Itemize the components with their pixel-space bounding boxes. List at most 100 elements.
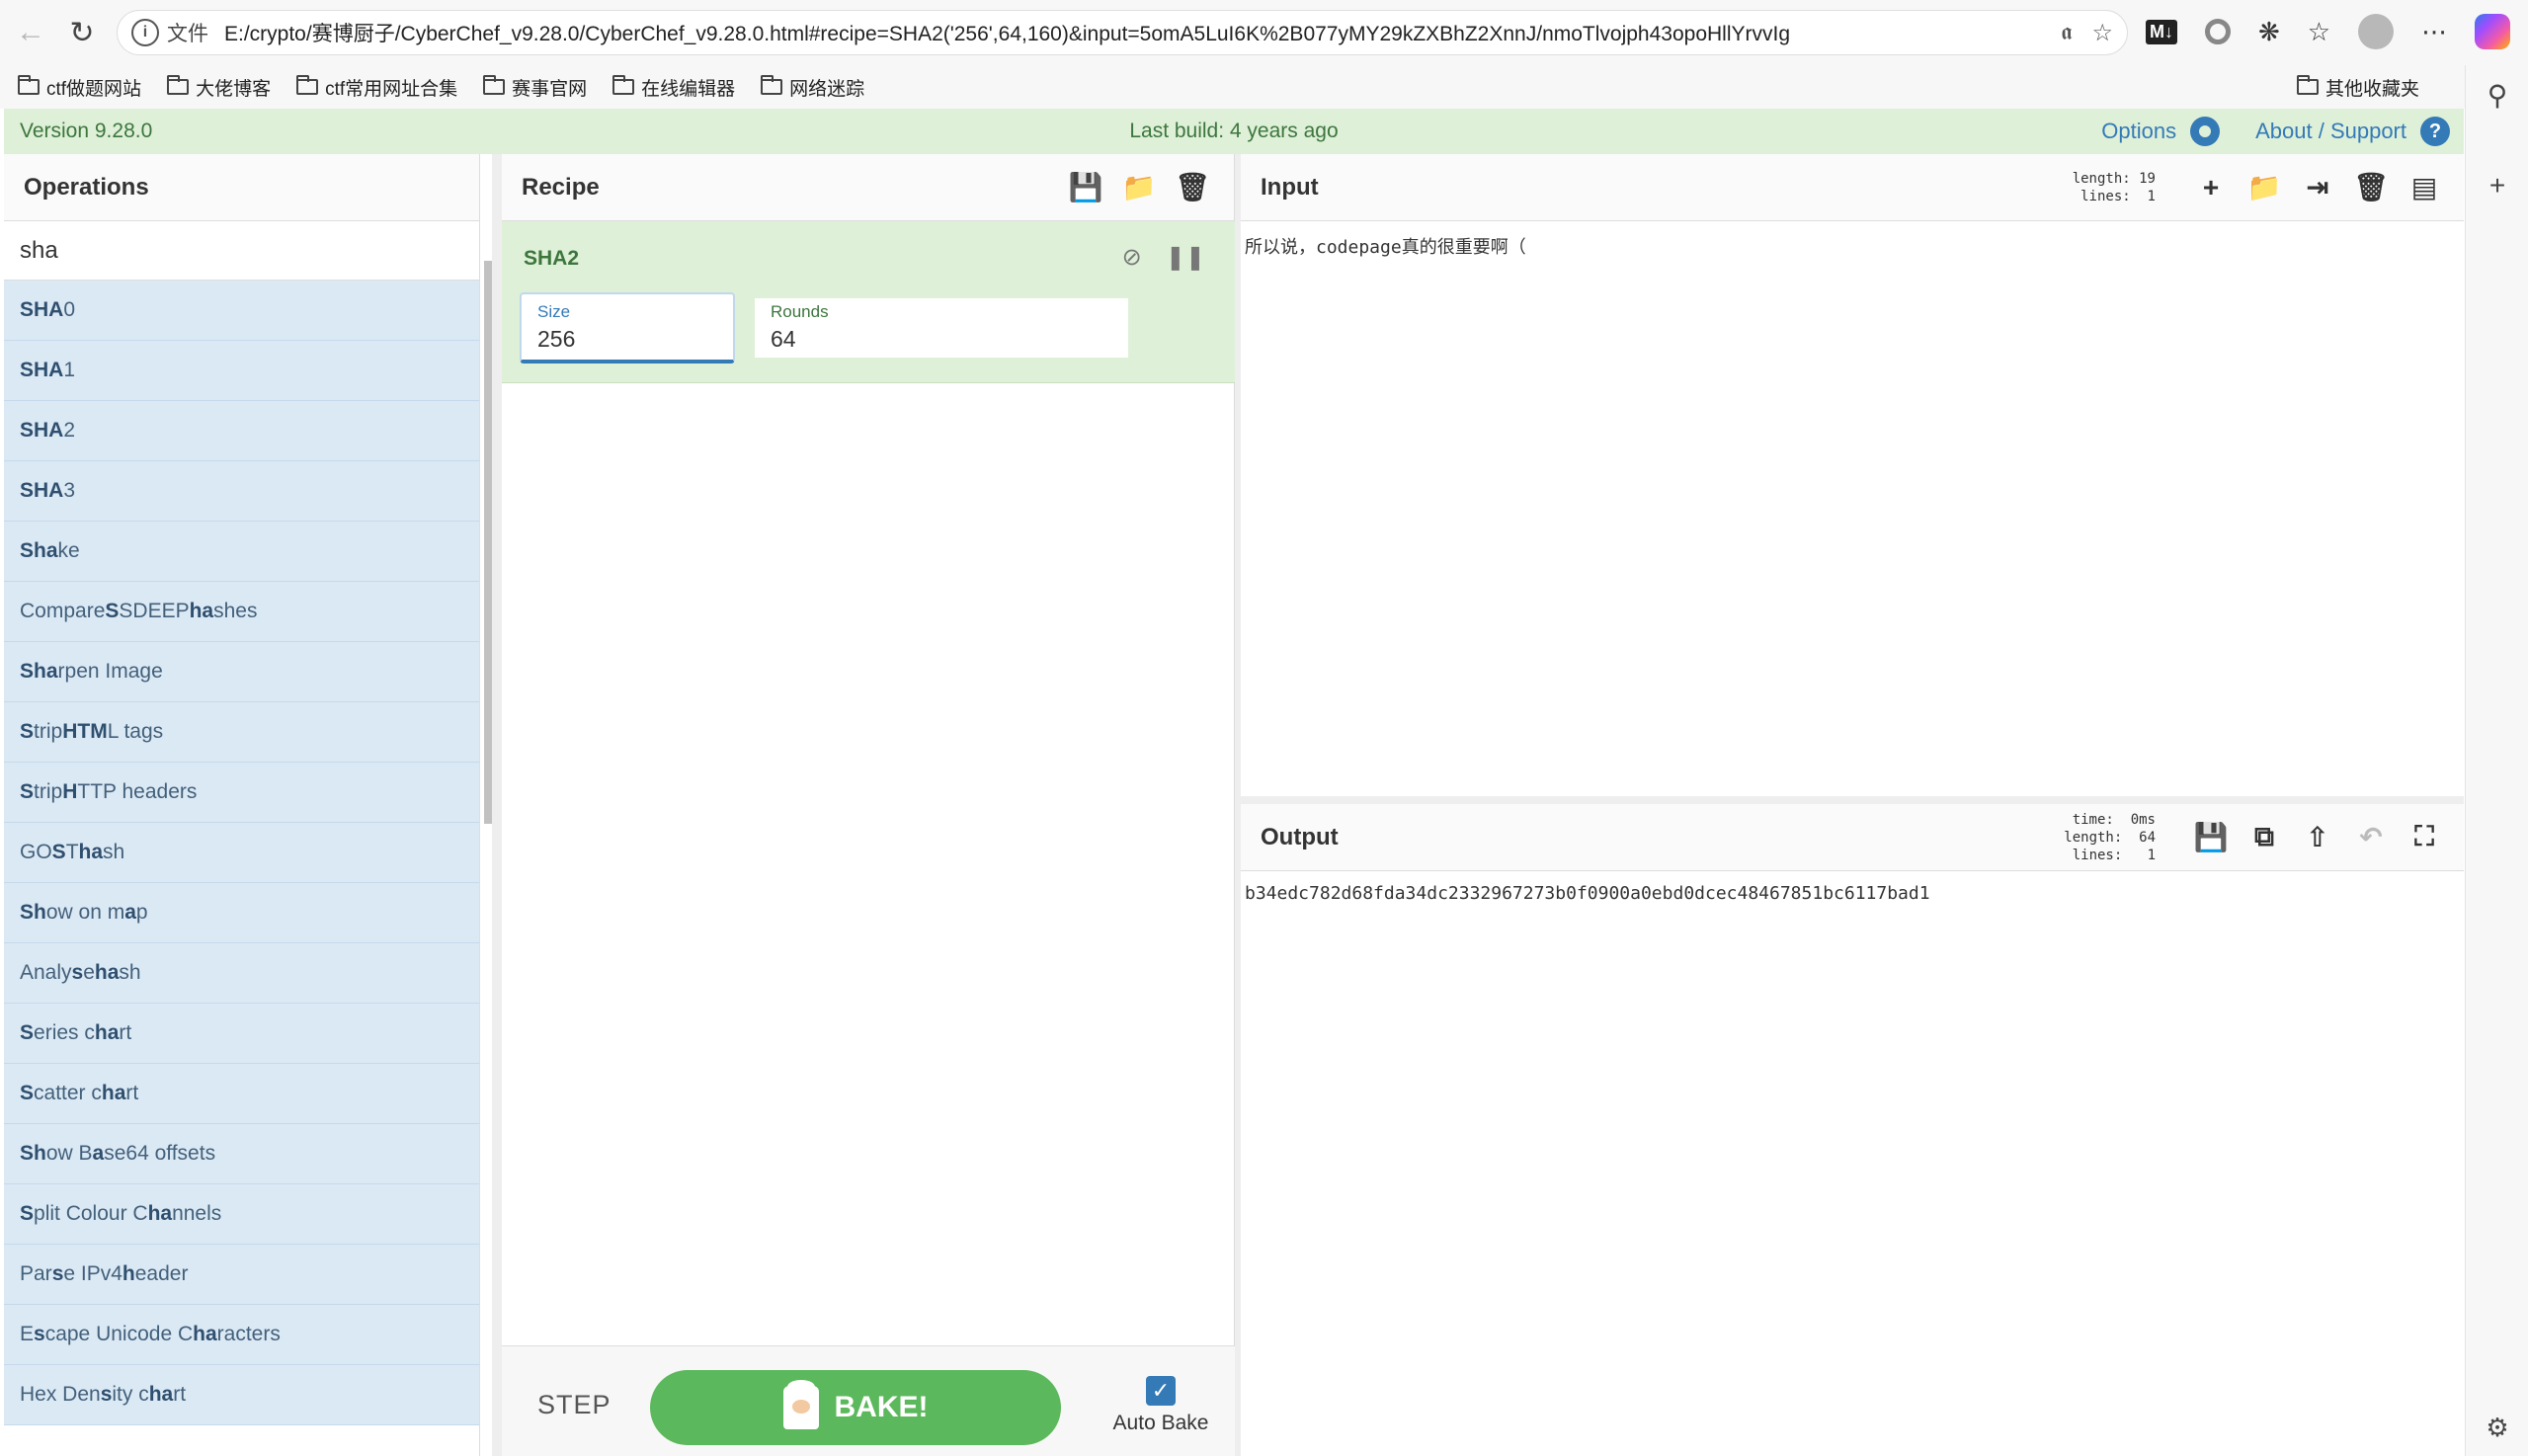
bake-controls: STEP BAKE! ✓ Auto Bake xyxy=(502,1345,1235,1456)
bookmarks-bar: ctf做题网站 大佬博客 ctf常用网址合集 赛事官网 在线编辑器 网络迷踪 其… xyxy=(0,65,2528,109)
address-bar[interactable]: i 文件 E:/crypto/赛博厨子/CyberChef_v9.28.0/Cy… xyxy=(117,10,2128,55)
clear-recipe-trash-icon[interactable]: 🗑 xyxy=(1175,172,1210,203)
undo-icon[interactable]: ↶ xyxy=(2355,822,2387,853)
settings-gear-icon[interactable]: ⚙ xyxy=(2466,1413,2528,1443)
operations-list: SHA 0 SHA 1 SHA 2 SHA 3 Sha ke Compare S SDEEP ha sh… xyxy=(4,281,479,1425)
copilot-icon[interactable] xyxy=(2475,14,2511,49)
other-bookmarks-folder[interactable]: 其他收藏夹 xyxy=(2296,65,2419,109)
record-extension-icon[interactable] xyxy=(2205,19,2231,44)
operation-item[interactable]: Strip HTM L tags xyxy=(4,702,479,763)
disable-operation-icon[interactable]: ⊘ xyxy=(1122,243,1142,272)
pane-resizer[interactable] xyxy=(492,154,502,1456)
bookmark-folder[interactable]: 网络迷踪 xyxy=(761,74,864,101)
bookmark-folder[interactable]: 大佬博客 xyxy=(167,74,271,101)
save-recipe-icon[interactable]: 💾 xyxy=(1069,172,1103,203)
operation-label: 0 xyxy=(63,298,76,321)
operation-item[interactable]: GO S T ha sh xyxy=(4,823,479,883)
input-text[interactable]: 所以说，codepage真的很重要啊（ xyxy=(1241,221,2464,271)
bookmark-folder[interactable]: 在线编辑器 xyxy=(612,74,735,101)
operation-item[interactable]: SHA 2 xyxy=(4,401,479,461)
output-pane: Output time: 0ms length: 64 lines: 1 💾 ⧉… xyxy=(1241,804,2464,1456)
size-value[interactable]: 256 xyxy=(537,326,717,353)
auto-bake-toggle[interactable]: ✓ Auto Bake xyxy=(1106,1376,1215,1435)
operation-item[interactable]: Split Colour Cha nnels xyxy=(4,1184,479,1245)
folder-icon xyxy=(483,75,506,95)
operation-label: E xyxy=(20,1323,35,1345)
open-file-icon[interactable]: ⇥ xyxy=(2302,172,2333,203)
operation-label: rt xyxy=(173,1383,187,1406)
operation-item[interactable]: Strip H TTP headers xyxy=(4,763,479,823)
recipe-operation-card[interactable]: SHA2 ⊘ ❚❚ Size 256 Rounds 64 xyxy=(502,221,1235,383)
replace-input-icon[interactable]: ⇧ xyxy=(2302,822,2333,853)
save-output-icon[interactable]: 💾 xyxy=(2194,822,2229,853)
match-highlight: S xyxy=(20,1202,35,1225)
address-url[interactable]: E:/crypto/赛博厨子/CyberChef_v9.28.0/CyberCh… xyxy=(224,18,2061,47)
operation-item[interactable]: Scatter c ha rt xyxy=(4,1064,479,1124)
operation-item[interactable]: Sha ke xyxy=(4,522,479,582)
load-recipe-folder-icon[interactable]: 📁 xyxy=(1122,172,1157,203)
operation-item[interactable]: Sh ow on map xyxy=(4,883,479,943)
size-label: Size xyxy=(537,302,571,321)
operation-label: eader xyxy=(134,1262,189,1285)
operation-item[interactable]: Sha rpen Image xyxy=(4,642,479,702)
size-field[interactable]: Size 256 xyxy=(520,292,735,364)
operations-search-input[interactable]: sha xyxy=(4,221,479,281)
folder-icon xyxy=(2296,75,2319,95)
read-aloud-icon[interactable]: 𝖆 xyxy=(2061,19,2072,47)
more-menu-icon[interactable]: ⋯ xyxy=(2421,17,2447,47)
operation-label: ow on m xyxy=(45,901,125,924)
back-button[interactable]: ← xyxy=(6,8,55,57)
operation-label: SDEEP xyxy=(119,600,190,622)
operation-item[interactable]: Par s e IPv4 h eader xyxy=(4,1245,479,1305)
operation-item[interactable]: SHA 0 xyxy=(4,281,479,341)
add-icon[interactable]: + xyxy=(2466,170,2528,202)
output-text[interactable]: b34edc782d68fda34dc2332967273b0f0900a0eb… xyxy=(1241,871,2464,916)
operation-label: Analy xyxy=(20,961,72,984)
profile-avatar[interactable] xyxy=(2358,14,2395,49)
options-link[interactable]: Options xyxy=(2101,119,2176,144)
edge-sidebar: ⚲ + ⚙ xyxy=(2465,65,2528,1456)
match-highlight: ha xyxy=(78,841,104,863)
help-question-icon[interactable]: ? xyxy=(2420,117,2450,146)
step-button[interactable]: STEP xyxy=(537,1390,612,1420)
search-icon[interactable]: ⚲ xyxy=(2466,79,2528,112)
input-textarea[interactable]: 所以说，codepage真的很重要啊（ xyxy=(1241,221,2464,796)
operation-item[interactable]: SHA 1 xyxy=(4,341,479,401)
open-folder-icon[interactable]: 📁 xyxy=(2247,172,2282,203)
extensions-puzzle-icon[interactable]: ❋ xyxy=(2258,17,2280,47)
operation-item[interactable]: Compare S SDEEP ha shes xyxy=(4,582,479,642)
clear-input-trash-icon[interactable]: 🗑 xyxy=(2353,172,2389,203)
bookmark-folder[interactable]: 赛事官网 xyxy=(483,74,587,101)
operation-item[interactable]: Hex Den s ity c ha rt xyxy=(4,1365,479,1425)
operation-item[interactable]: Series c ha rt xyxy=(4,1004,479,1064)
operation-label: e xyxy=(83,961,95,984)
about-support-link[interactable]: About / Support xyxy=(2255,119,2406,144)
match-highlight: SHA xyxy=(20,479,64,502)
favorites-icon[interactable]: ☆ xyxy=(2308,17,2330,47)
match-highlight: S xyxy=(20,1021,35,1044)
bookmark-folder[interactable]: ctf做题网站 xyxy=(18,74,141,101)
operation-item[interactable]: SHA 3 xyxy=(4,461,479,522)
bake-button[interactable]: BAKE! xyxy=(650,1370,1061,1445)
favorite-star-icon[interactable]: ☆ xyxy=(2091,19,2113,47)
bookmark-folder[interactable]: ctf常用网址合集 xyxy=(296,74,457,101)
copy-output-icon[interactable]: ⧉ xyxy=(2248,821,2280,853)
rounds-field[interactable]: Rounds 64 xyxy=(755,298,1128,358)
options-gear-icon[interactable] xyxy=(2190,117,2221,146)
breakpoint-pause-icon[interactable]: ❚❚ xyxy=(1166,243,1205,272)
markdown-extension-icon[interactable]: M↓ xyxy=(2146,19,2177,44)
operation-item[interactable]: Es cape Unicode Cha racters xyxy=(4,1305,479,1365)
rounds-value[interactable]: 64 xyxy=(771,326,1112,353)
match-highlight: s xyxy=(71,961,84,984)
operation-item[interactable]: Analy s e ha sh xyxy=(4,943,479,1004)
maximise-output-icon[interactable]: ⛶ xyxy=(2408,821,2440,853)
operation-item[interactable]: Sh ow Ba se64 offsets xyxy=(4,1124,479,1184)
site-info-icon[interactable]: i xyxy=(131,19,159,46)
operation-label: rt xyxy=(119,1021,132,1044)
operation-label: T xyxy=(65,841,79,863)
reset-layout-icon[interactable]: ▤ xyxy=(2408,172,2440,203)
add-input-tab-icon[interactable]: + xyxy=(2195,172,2227,203)
auto-bake-checkbox[interactable]: ✓ xyxy=(1146,1376,1176,1406)
folder-icon xyxy=(612,75,635,95)
reload-button[interactable]: ↻ xyxy=(57,8,107,57)
